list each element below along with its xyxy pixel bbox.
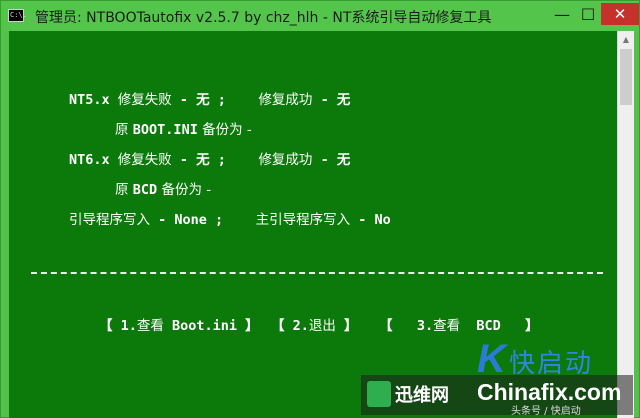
menu-item3-open: 【 3. xyxy=(379,318,434,334)
scroll-thumb[interactable] xyxy=(620,49,632,105)
menu-item-exit[interactable]: 【 2.退出 】 xyxy=(271,317,358,335)
menu-item1-open: 【 1. xyxy=(99,318,137,334)
nt6-fail-value: - 无 ; xyxy=(171,152,226,168)
menu-item2-open: 【 2. xyxy=(271,318,309,334)
bcd-backup-line: 原 BCD 备份为 - xyxy=(115,181,211,199)
title-bar[interactable]: C:\. 管理员: NTBOOTautofix v2.5.7 by chz_hl… xyxy=(1,1,639,31)
close-button[interactable]: ✕ xyxy=(601,3,639,25)
nt6-label: NT6.x xyxy=(69,152,110,168)
menu-item-view-bootini[interactable]: 【 1.查看 Boot.ini 】 xyxy=(99,317,259,335)
minimize-icon: — xyxy=(554,4,570,24)
menu-item2-close: 】 xyxy=(335,318,358,334)
main-bootloader-label: 主引导程序写入 xyxy=(255,212,351,228)
menu-item3-target: BCD 】 xyxy=(460,318,539,334)
bootini-prefix: 原 xyxy=(115,122,133,138)
nt5-fail-value: - 无 ; xyxy=(171,92,226,108)
xunwei-logo-icon xyxy=(367,381,391,407)
nt5-status-line: NT5.x 修复失败 - 无 ; 修复成功 - 无 xyxy=(69,91,350,109)
xunwei-text: 迅维网 xyxy=(395,385,449,406)
bootloader-line: 引导程序写入 - None ; 主引导程序写入 - No xyxy=(69,211,391,229)
minimize-button[interactable]: — xyxy=(549,3,575,25)
window-title: 管理员: NTBOOTautofix v2.5.7 by chz_hlh - N… xyxy=(35,10,492,26)
maximize-button[interactable]: ☐ xyxy=(575,3,601,25)
cmd-icon[interactable]: C:\. xyxy=(8,9,27,22)
bootloader-value: - None ; xyxy=(150,212,224,228)
nt6-fail-label: 修复失败 xyxy=(117,152,172,168)
scroll-up-icon[interactable]: ▲ xyxy=(618,31,634,47)
main-bootloader-value: - No xyxy=(350,212,391,228)
console-window: C:\. 管理员: NTBOOTautofix v2.5.7 by chz_hl… xyxy=(0,0,640,418)
close-icon: ✕ xyxy=(613,5,627,23)
bcd-backup: 备份为 - xyxy=(157,182,212,198)
menu-item1-target: Boot.ini 】 xyxy=(163,318,259,334)
dashed-divider xyxy=(31,272,603,274)
menu-item3-label: 查看 xyxy=(433,318,461,334)
menu-item-view-bcd[interactable]: 【 3.查看 BCD 】 xyxy=(379,317,539,335)
maximize-icon: ☐ xyxy=(580,4,596,24)
watermark: K 快启动 迅维网 Chinafix.com 头条号 / 快启动 xyxy=(361,337,633,417)
menu-item1-label: 查看 xyxy=(136,318,164,334)
cmd-icon-label: C:\. xyxy=(10,11,27,19)
nt5-success-value: - 无 xyxy=(312,92,351,108)
nt6-status-line: NT6.x 修复失败 - 无 ; 修复成功 - 无 xyxy=(69,151,350,169)
kuaiqidong-logo-icon: K xyxy=(477,337,506,381)
watermark-subtext: 头条号 / 快启动 xyxy=(511,406,581,417)
nt5-label: NT5.x xyxy=(69,92,110,108)
nt5-success-label: 修复成功 xyxy=(258,92,313,108)
bootloader-label: 引导程序写入 xyxy=(69,212,150,228)
nt6-success-label: 修复成功 xyxy=(258,152,313,168)
bcd-prefix: 原 xyxy=(115,182,133,198)
menu-item2-label: 退出 xyxy=(308,318,336,334)
bootini-file: BOOT.INI xyxy=(132,122,198,138)
bcd-file: BCD xyxy=(132,182,158,198)
nt6-success-value: - 无 xyxy=(312,152,351,168)
nt5-fail-label: 修复失败 xyxy=(117,92,172,108)
bootini-backup-line: 原 BOOT.INI 备份为 - xyxy=(115,121,252,139)
bootini-backup: 备份为 - xyxy=(197,122,252,138)
